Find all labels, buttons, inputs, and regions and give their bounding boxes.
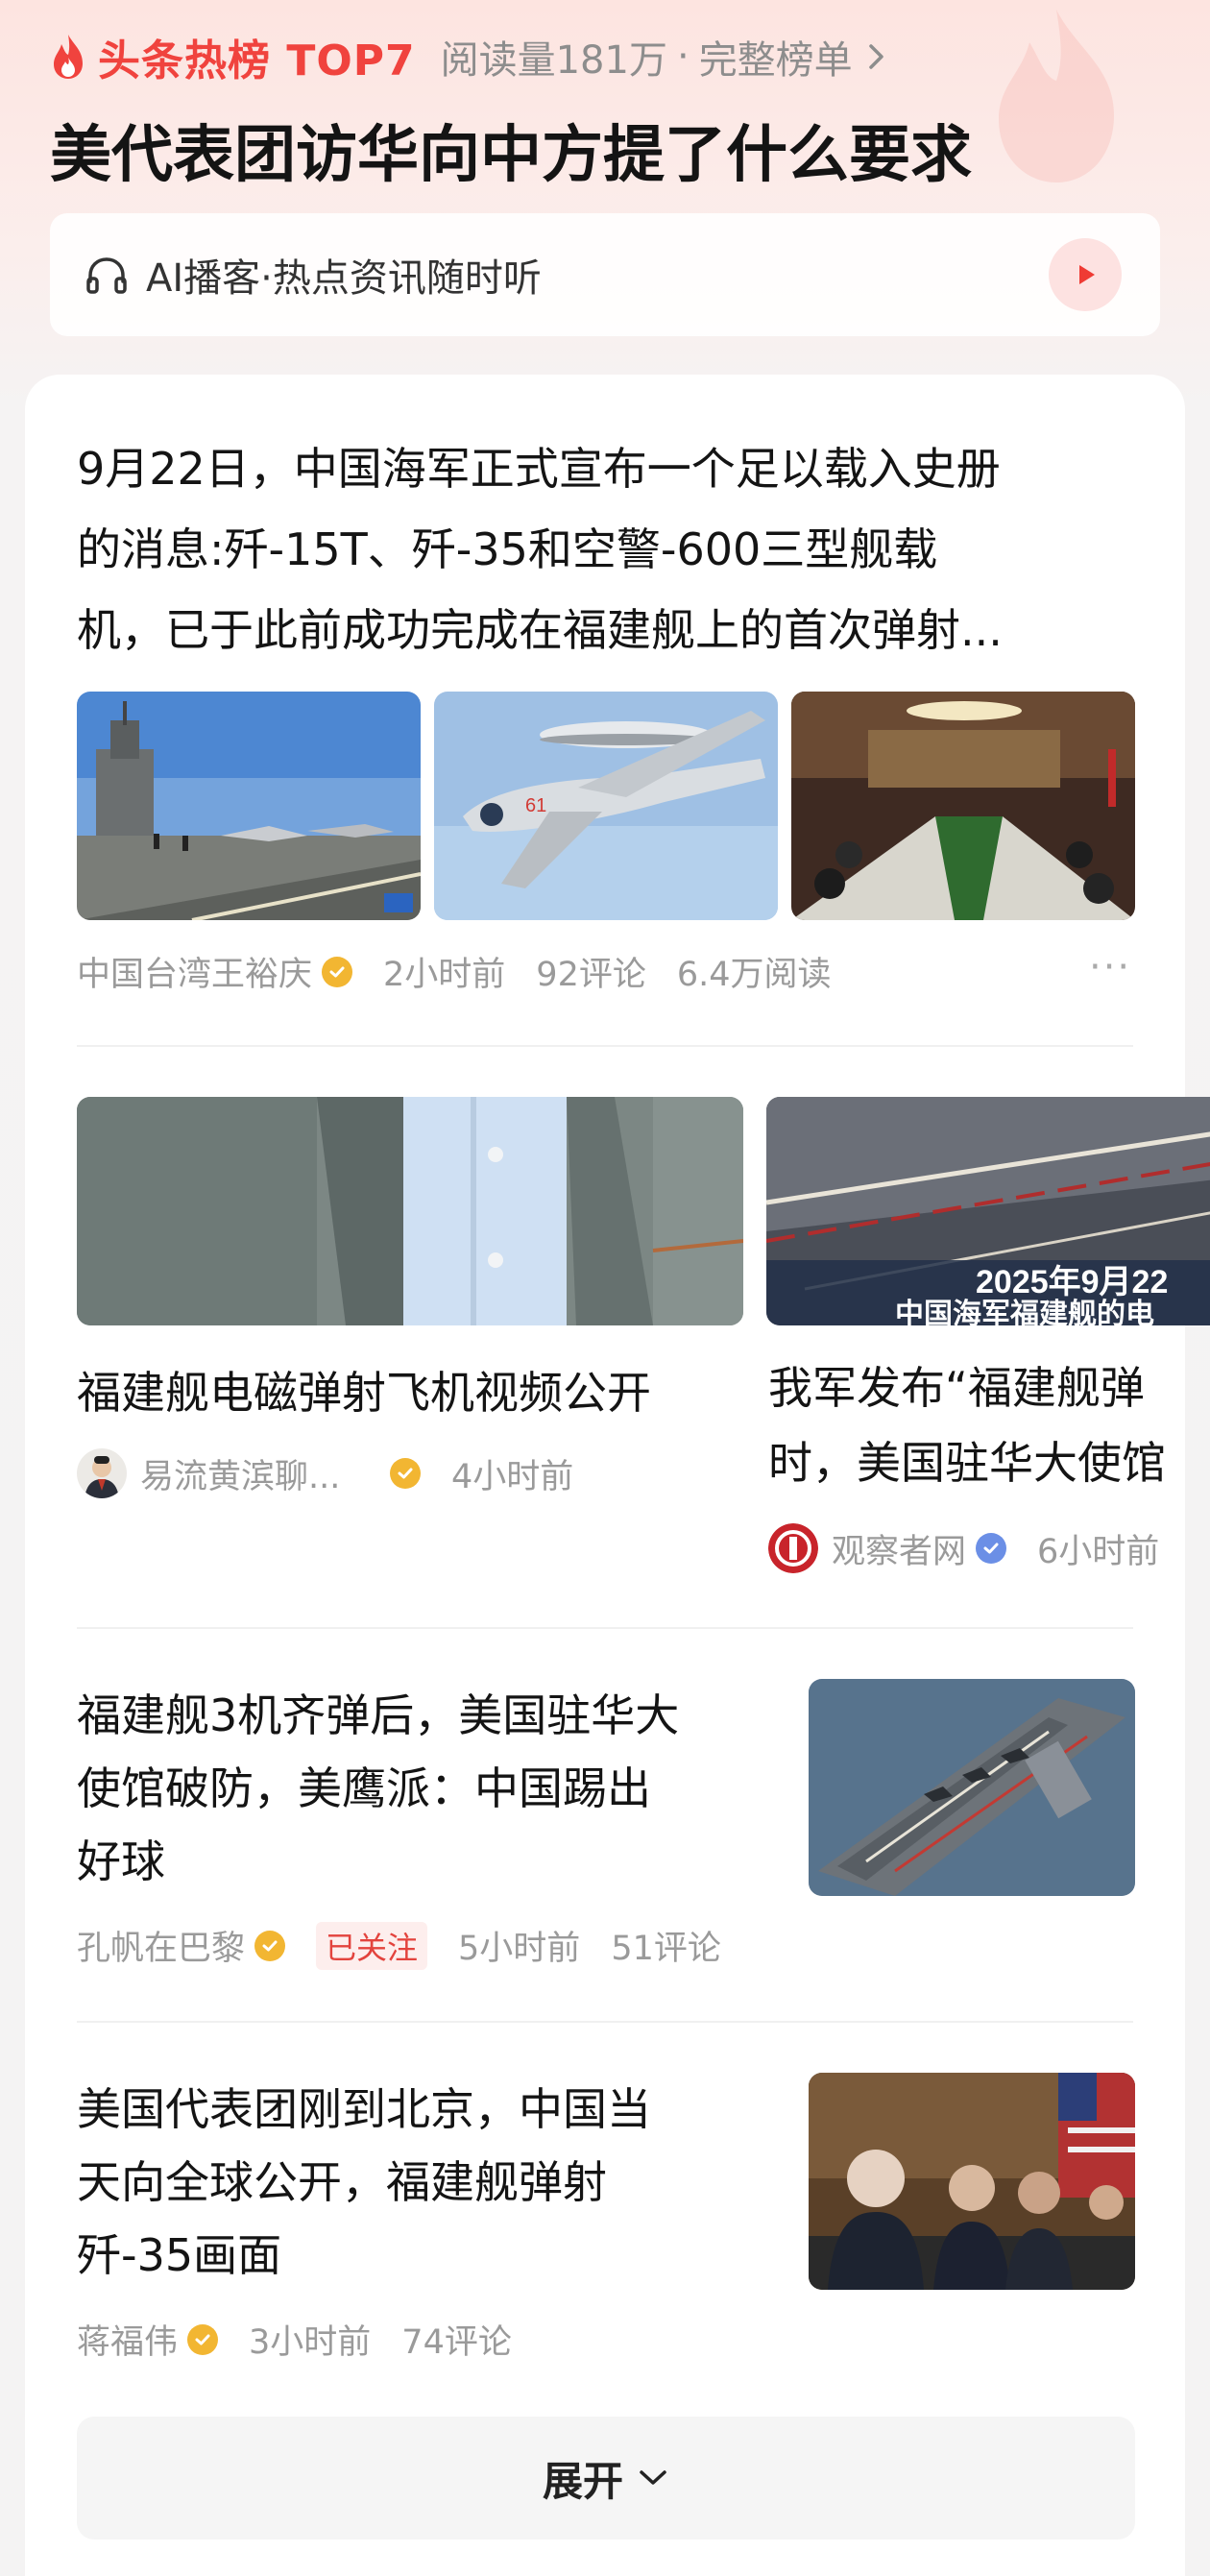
article-5-line-1: 美国代表团刚到北京，中国当 [77,2083,651,2135]
expand-button[interactable]: 展开 [77,2417,1135,2540]
verified-icon [322,956,353,987]
article-5-meta: 蒋福伟 3小时前 74评论 [77,2315,512,2364]
article-5-image-delegation[interactable] [809,2073,1135,2290]
article-1-comments: 92评论 [536,956,646,994]
article-4-image-carrier-aerial[interactable] [809,1679,1135,1896]
divider [77,2021,1133,2023]
article-5-comments: 74评论 [401,2323,512,2362]
article-4-line-1: 福建舰3机齐弹后，美国驻华大 [77,1689,680,1741]
avatar[interactable] [77,1448,127,1498]
separator-dot: · [676,35,690,79]
article-4-author[interactable]: 孔帆在巴黎 [77,1921,245,1970]
chevron-down-icon [640,2470,666,2485]
article-2-title: 福建舰电磁弹射飞机视频公开 [77,1367,651,1419]
avatar[interactable] [768,1523,818,1573]
ai-podcast-bar[interactable]: AI播客·热点资讯随时听 [50,213,1160,336]
article-1-time: 2小时前 [383,956,506,994]
article-5-line-2: 天向全球公开，福建舰弹射 [77,2156,607,2208]
article-3-time: 6小时前 [1037,1532,1160,1571]
flame-icon [54,35,83,79]
article-2-time: 4小时前 [451,1457,574,1496]
article-5-author[interactable]: 蒋福伟 [77,2315,178,2364]
hot-list-header[interactable]: 头条热榜 TOP7 阅读量181万 · 完整榜单 [48,27,887,86]
article-1-line-1: 9月22日，中国海军正式宣布一个足以载入史册 [77,443,1001,495]
article-3-meta: 观察者网 6小时前 [768,1523,1159,1573]
verified-icon [254,1930,286,1961]
article-3-image-deck-video[interactable]: 2025年9月22 中国海军福建舰的电 [766,1097,1210,1325]
expand-label: 展开 [542,2457,623,2505]
article-4-comments: 51评论 [611,1930,721,1968]
article-3-line-2: 时，美国驻华大使馆 [768,1437,1166,1489]
page-title: 美代表团访华向中方提了什么要求 [50,120,972,191]
article-3-overlay-date: 2025年9月22 [976,1264,1168,1300]
article-4-time: 5小时前 [458,1930,581,1968]
flame-watermark-icon [999,10,1114,182]
divider [77,1627,1133,1629]
article-3-line-1: 我军发布“福建舰弹 [768,1362,1145,1414]
verified-icon [976,1533,1007,1564]
article-3-title-block[interactable]: 我军发布“福建舰弹 时，美国驻华大使馆 [768,1350,1210,1500]
followed-badge: 已关注 [316,1921,428,1970]
article-1-reads: 6.4万阅读 [676,956,832,994]
article-3-clip: 2025年9月22 中国海军福建舰的电 我军发布“福建舰弹 时，美国驻华大使馆 … [766,1097,1210,1596]
article-4-meta: 孔帆在巴黎 已关注 5小时前 51评论 [77,1921,721,1970]
verified-icon [187,2323,219,2355]
chevron-right-icon [868,44,883,69]
article-5-title-block[interactable]: 美国代表团刚到北京，中国当 天向全球公开，福建舰弹射 歼-35画面 [77,2073,778,2292]
article-3-author[interactable]: 观察者网 [832,1524,966,1573]
more-options-icon[interactable]: ··· [1089,945,1131,989]
article-5-time: 3小时前 [249,2323,372,2362]
article-1-image-carrier-deck[interactable] [77,692,421,920]
article-4-line-2: 使馆破防，美鹰派：中国踢出 [77,1762,651,1814]
article-5-line-3: 歼-35画面 [77,2229,282,2281]
article-2-author[interactable]: 易流黄滨聊... [140,1449,380,1498]
full-list-link[interactable]: 完整榜单 [699,29,853,85]
article-1-image-awacs-plane[interactable]: 61 [434,692,778,920]
play-icon [1079,265,1095,284]
article-2-meta: 易流黄滨聊... 4小时前 [77,1448,573,1498]
article-4-line-3: 好球 [77,1835,165,1887]
svg-text:61: 61 [525,795,546,816]
hot-list-label: 头条热榜 TOP7 [98,36,416,85]
headphones-icon [86,257,127,294]
divider [77,1045,1133,1047]
article-1-line-3: 机，已于此前成功完成在福建舰上的首次弹射... [77,604,1003,656]
play-button[interactable] [1049,238,1122,311]
article-1-meta: 中国台湾王裕庆 2小时前 92评论 6.4万阅读 [77,947,832,996]
article-2-title-block[interactable]: 福建舰电磁弹射飞机视频公开 [77,1352,749,1433]
article-2-image-suit[interactable] [77,1097,743,1325]
verified-icon [390,1458,421,1489]
read-count: 阅读量181万 [440,38,667,83]
article-4-title-block[interactable]: 福建舰3机齐弹后，美国驻华大 使馆破防，美鹰派：中国踢出 好球 [77,1679,778,1898]
article-1-image-meeting-room[interactable] [791,692,1135,920]
article-1-line-2: 的消息:歼-15T、歼-35和空警-600三型舰载 [77,523,938,575]
ai-podcast-label: AI播客·热点资讯随时听 [146,256,542,301]
article-1-author[interactable]: 中国台湾王裕庆 [77,947,312,996]
article-1-text[interactable]: 9月22日，中国海军正式宣布一个足以载入史册 的消息:歼-15T、歼-35和空警… [77,428,1152,670]
article-3-overlay-caption: 中国海军福建舰的电 [895,1298,1154,1325]
